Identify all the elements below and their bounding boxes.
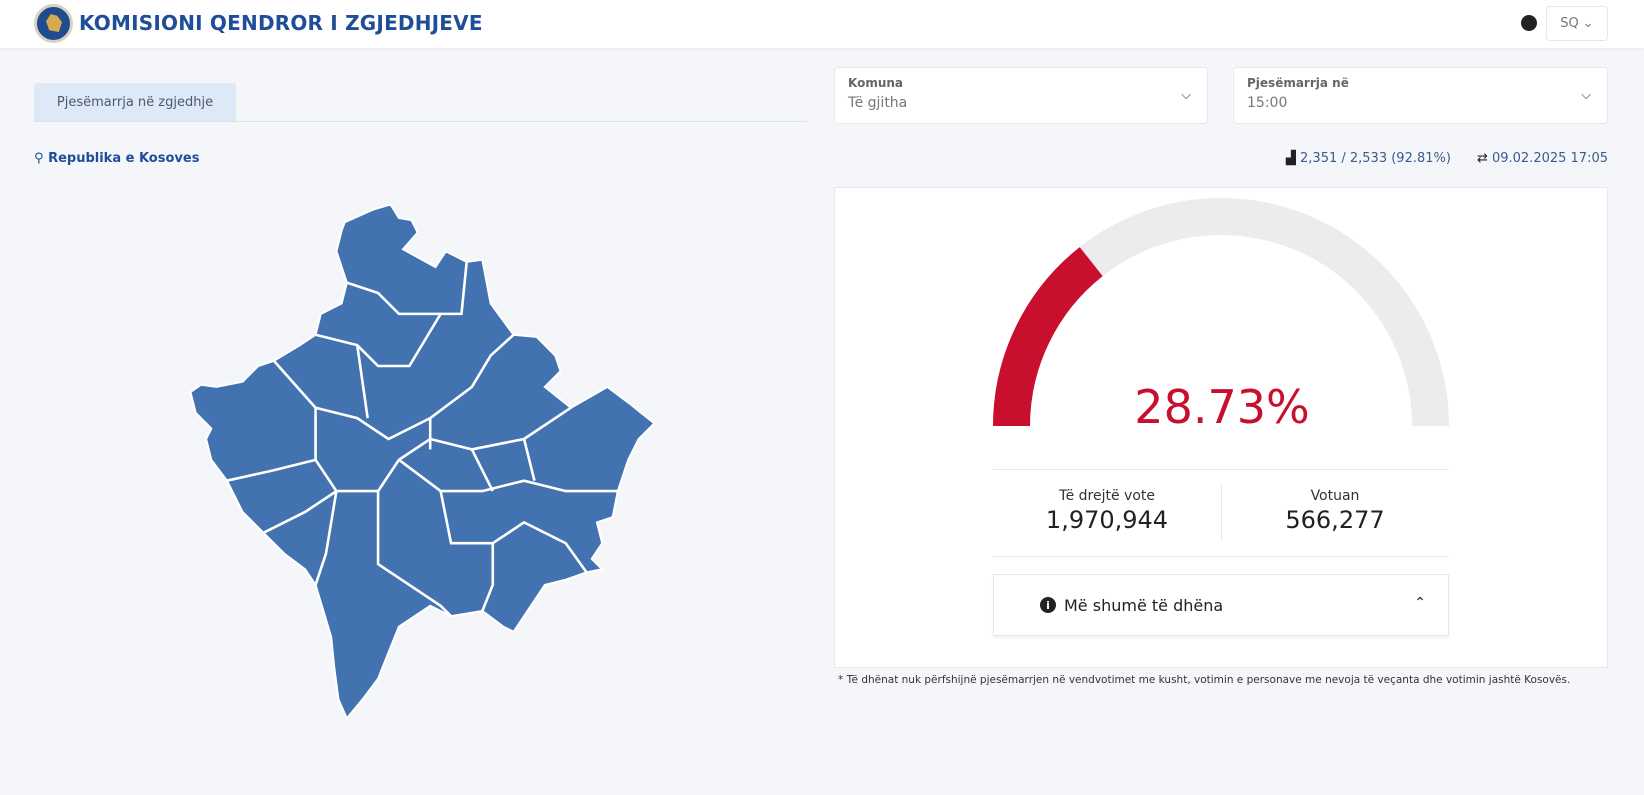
last-update-value: 09.02.2025 17:05 [1491, 151, 1608, 166]
ballot-box-icon: ▟ [1285, 151, 1301, 166]
voted: Votuan 566,277 [1221, 488, 1449, 534]
site-title[interactable]: KOMISIONI QENDROR I ZGJEDHJEVE [79, 11, 483, 35]
divider [993, 469, 1449, 470]
header: KOMISIONI QENDROR I ZGJEDHJEVE SQ ⌄ [0, 0, 1644, 48]
komuna-select[interactable]: Komuna Të gjitha ⌵ [834, 67, 1208, 124]
tab-divider [34, 121, 807, 122]
stats-line: ▟ 2,351 / 2,533 (92.81%) ⇄ 09.02.2025 17… [1286, 151, 1608, 166]
kosovo-region[interactable] [189, 203, 656, 721]
voted-label: Votuan [1310, 488, 1360, 504]
polling-stations: ▟ 2,351 / 2,533 (92.81%) [1286, 151, 1451, 166]
chevron-up-icon[interactable]: ⌃ [1414, 595, 1426, 611]
map-marker-icon: ⚲ [34, 151, 49, 166]
komuna-value: Të gjitha [848, 95, 908, 111]
more-data-label: Më shumë të dhëna [1064, 595, 1224, 615]
eligible-label: Të drejtë vote [1059, 488, 1155, 504]
kosovo-map[interactable] [180, 194, 670, 734]
globe-icon [1521, 15, 1537, 31]
location-breadcrumb: ⚲ Republika e Kosoves [34, 151, 199, 166]
voted-value: 566,277 [1285, 506, 1385, 534]
chevron-down-icon: ⌄ [1582, 16, 1594, 31]
time-label: Pjesëmarrja në [1247, 76, 1349, 90]
turnout-card: 28.73% Të drejtë vote 1,970,944 Votuan 5… [834, 187, 1608, 668]
more-data-accordion[interactable]: i Më shumë të dhëna ⌃ [993, 574, 1449, 636]
footnote: * Të dhënat nuk përfshijnë pjesëmarrjen … [838, 674, 1571, 686]
exchange-icon: ⇄ [1476, 151, 1492, 166]
time-value: 15:00 [1247, 95, 1288, 111]
divider [993, 556, 1449, 557]
chevron-down-icon: ⌵ [1581, 88, 1591, 103]
chevron-down-icon: ⌵ [1181, 88, 1191, 103]
turnout-percent: 28.73% [1134, 380, 1310, 434]
eligible-voters: Të drejtë vote 1,970,944 [993, 488, 1221, 534]
polling-stations-value: 2,351 / 2,533 (92.81%) [1300, 151, 1451, 166]
info-icon: i [1040, 597, 1056, 613]
tab-turnout[interactable]: Pjesëmarrja në zgjedhje [34, 83, 236, 122]
last-update: ⇄ 09.02.2025 17:05 [1477, 151, 1608, 166]
eligible-value: 1,970,944 [1045, 506, 1169, 534]
language-value: SQ [1560, 16, 1579, 31]
location-label: Republika e Kosoves [48, 151, 200, 166]
language-select[interactable]: SQ ⌄ [1546, 6, 1608, 41]
komuna-label: Komuna [848, 76, 904, 90]
kqz-logo[interactable] [34, 4, 73, 43]
time-select[interactable]: Pjesëmarrja në 15:00 ⌵ [1233, 67, 1608, 124]
